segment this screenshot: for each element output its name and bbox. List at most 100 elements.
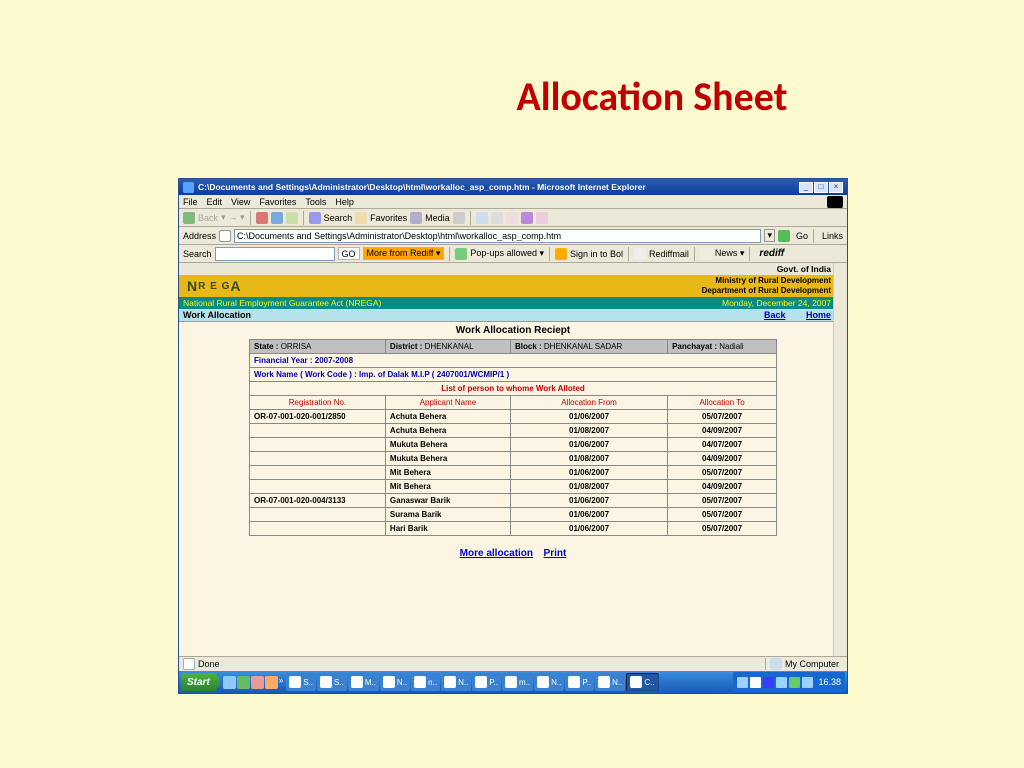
print-icon[interactable] <box>491 212 503 224</box>
go-button[interactable]: Go <box>796 231 808 241</box>
task-button[interactable]: P.. <box>565 673 594 691</box>
window-title: C:\Documents and Settings\Administrator\… <box>198 182 799 192</box>
task-icon <box>351 676 363 688</box>
col-to: Allocation To <box>668 396 777 410</box>
task-button[interactable]: S.. <box>286 673 316 691</box>
task-button[interactable]: N.. <box>380 673 410 691</box>
quick-icon[interactable] <box>223 676 236 689</box>
tray-icon[interactable] <box>737 677 748 688</box>
home-link[interactable]: Home <box>806 310 831 320</box>
back-button[interactable]: Back <box>198 213 218 223</box>
menu-edit[interactable]: Edit <box>207 197 223 207</box>
back-link[interactable]: Back <box>764 310 786 320</box>
mail-icon2 <box>634 248 646 260</box>
links-button[interactable]: Links <box>822 231 843 241</box>
task-button[interactable]: M.. <box>348 673 379 691</box>
cell-name: Achuta Behera <box>385 424 510 438</box>
rediff-search-input[interactable] <box>215 247 335 261</box>
ie-icon <box>183 182 194 193</box>
page-icon <box>219 230 231 242</box>
task-button[interactable]: P.. <box>472 673 501 691</box>
task-button[interactable]: N.. <box>595 673 625 691</box>
statusbar: Done My Computer <box>179 656 847 671</box>
table-row: Mit Behera01/08/200704/09/2007 <box>250 480 777 494</box>
rediff-logo: rediff <box>759 248 784 259</box>
signin-button[interactable]: Sign in to Bol <box>570 249 623 259</box>
menu-tools[interactable]: Tools <box>305 197 326 207</box>
rediffmail-button[interactable]: Rediffmail <box>649 249 689 259</box>
panchayat-label: Panchayat : <box>672 342 717 351</box>
task-icon <box>414 676 426 688</box>
history-icon[interactable] <box>453 212 465 224</box>
address-bar: Address ▾ Go Links <box>179 227 847 245</box>
menu-file[interactable]: File <box>183 197 198 207</box>
address-dropdown-icon[interactable]: ▾ <box>764 229 775 242</box>
table-row: Achuta Behera01/08/200704/09/2007 <box>250 424 777 438</box>
task-button[interactable]: N.. <box>441 673 471 691</box>
wa-title: Work Allocation <box>183 310 251 320</box>
popups-button[interactable]: Pop-ups allowed ▾ <box>470 248 544 259</box>
search-button[interactable]: Search <box>324 213 353 223</box>
task-icon <box>383 676 395 688</box>
task-label: N.. <box>458 678 468 687</box>
ministry-line1: Ministry of Rural Development <box>715 276 831 286</box>
navigation-toolbar: Back ▾ → ▾ Search Favorites Media <box>179 209 847 227</box>
print-link[interactable]: Print <box>544 548 567 559</box>
cell-name: Ganaswar Barik <box>385 494 510 508</box>
home-icon[interactable] <box>286 212 298 224</box>
task-button[interactable]: n.. <box>411 673 440 691</box>
address-input[interactable] <box>234 229 761 243</box>
task-button[interactable]: N.. <box>534 673 564 691</box>
column-headers: Registration No. Applicant Name Allocati… <box>250 396 777 410</box>
page-date: Monday, December 24, 2007 <box>722 298 831 308</box>
favorites-button[interactable]: Favorites <box>370 213 407 223</box>
quick-icon[interactable] <box>265 676 278 689</box>
tray-icon[interactable] <box>776 677 787 688</box>
stop-icon[interactable] <box>256 212 268 224</box>
quick-icon[interactable] <box>237 676 250 689</box>
start-button[interactable]: Start <box>181 673 220 691</box>
task-label: m.. <box>519 678 530 687</box>
lang-en-icon[interactable] <box>763 677 774 688</box>
tray-icon[interactable] <box>789 677 800 688</box>
cell-from: 01/08/2007 <box>511 424 668 438</box>
signin-icon <box>555 248 567 260</box>
media-button[interactable]: Media <box>425 213 450 223</box>
titlebar: C:\Documents and Settings\Administrator\… <box>179 179 847 195</box>
cell-name: Mit Behera <box>385 480 510 494</box>
quick-icon[interactable] <box>251 676 264 689</box>
cell-to: 05/07/2007 <box>668 410 777 424</box>
work-allocation-bar: Work Allocation Back Home <box>179 309 847 322</box>
cell-to: 05/07/2007 <box>668 508 777 522</box>
quick-expand-icon[interactable]: » <box>279 676 283 689</box>
misc-icon[interactable] <box>521 212 533 224</box>
clock[interactable]: 16.38 <box>818 677 841 687</box>
back-icon[interactable] <box>183 212 195 224</box>
cell-from: 01/06/2007 <box>511 522 668 536</box>
misc2-icon[interactable] <box>536 212 548 224</box>
news-button[interactable]: News ▾ <box>715 248 745 259</box>
cell-reg: OR-07-001-020-001/2850 <box>250 410 386 424</box>
ministry-block: Ministry of Rural Development Department… <box>291 275 847 297</box>
news-icon <box>700 248 712 260</box>
close-button[interactable]: × <box>829 182 843 193</box>
edit-icon[interactable] <box>506 212 518 224</box>
mail-icon[interactable] <box>476 212 488 224</box>
block-value: DHENKANAL SADAR <box>544 342 622 351</box>
vertical-scrollbar[interactable] <box>833 263 847 656</box>
task-button[interactable]: S.. <box>317 673 347 691</box>
minimize-button[interactable]: _ <box>799 182 813 193</box>
refresh-icon[interactable] <box>271 212 283 224</box>
rediff-go-button[interactable]: GO <box>338 247 360 260</box>
maximize-button[interactable]: □ <box>814 182 828 193</box>
menu-help[interactable]: Help <box>335 197 354 207</box>
more-from-rediff-button[interactable]: More from Rediff ▾ <box>363 247 445 260</box>
task-button[interactable]: C.. <box>626 673 658 691</box>
tray-icon[interactable] <box>802 677 813 688</box>
menu-favorites[interactable]: Favorites <box>259 197 296 207</box>
task-button[interactable]: m.. <box>502 673 533 691</box>
menu-view[interactable]: View <box>231 197 250 207</box>
more-allocation-link[interactable]: More allocation <box>460 548 533 559</box>
tray-icon[interactable] <box>750 677 761 688</box>
col-name: Applicant Name <box>385 396 510 410</box>
